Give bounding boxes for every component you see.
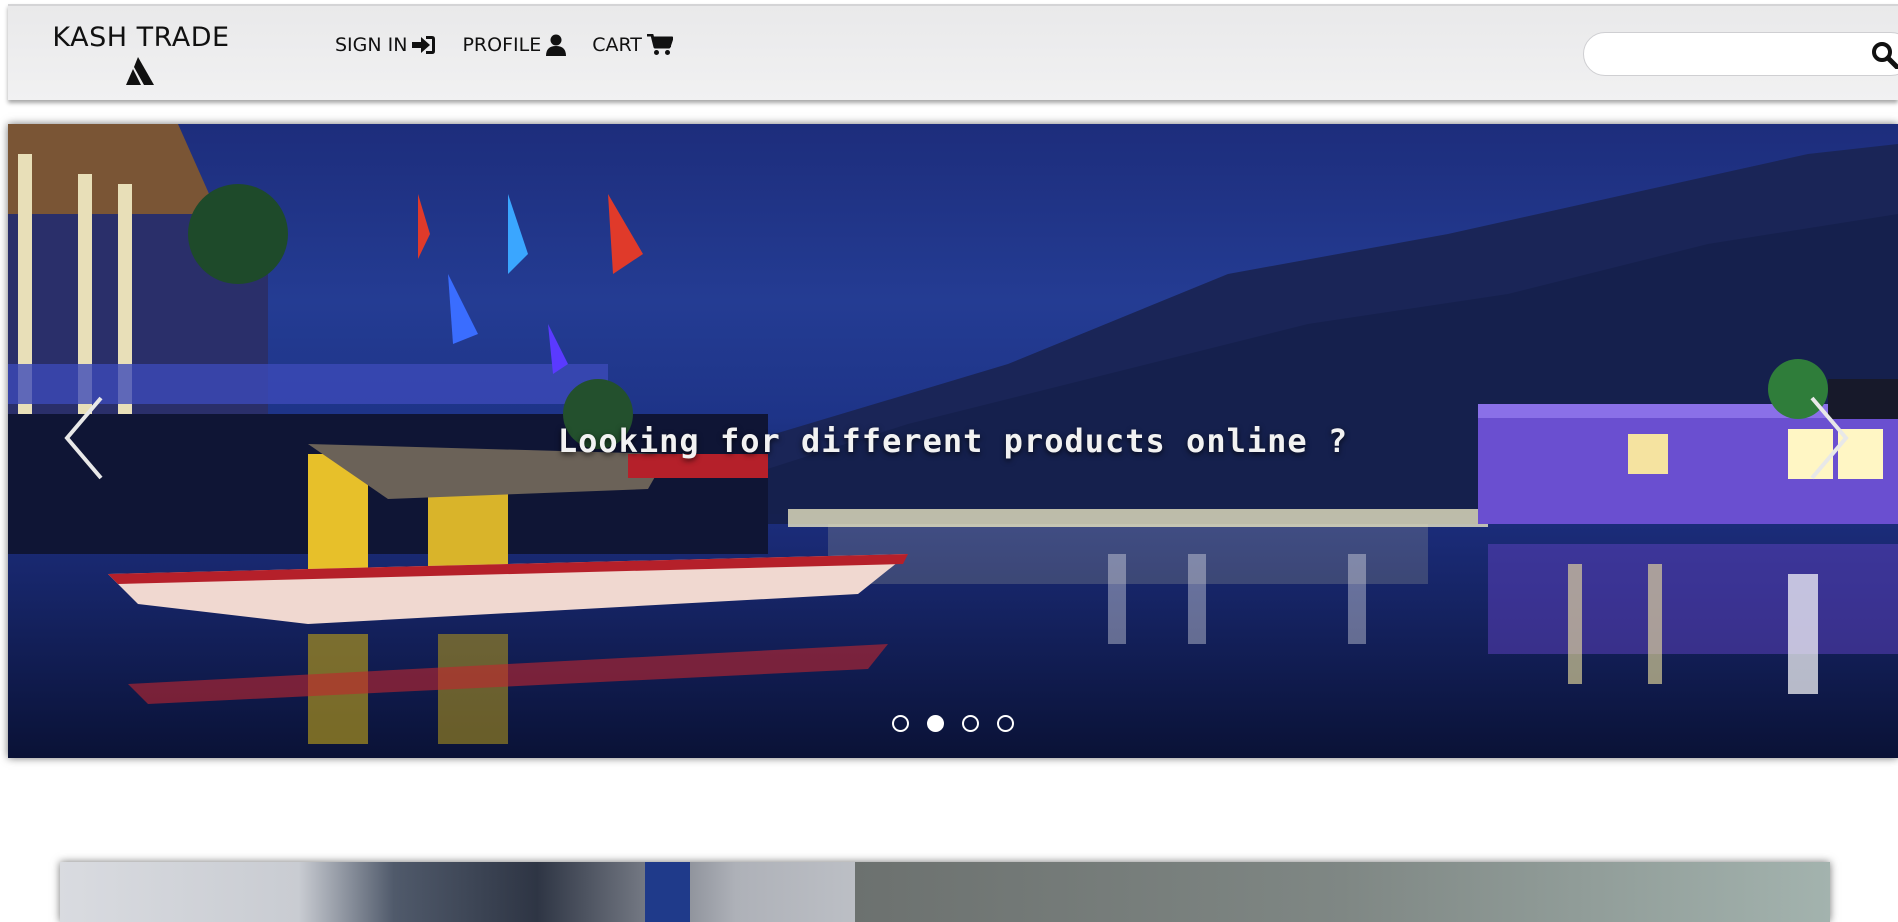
user-icon — [546, 34, 567, 56]
nav-cart[interactable]: CART — [592, 34, 673, 56]
nav-links: SIGN IN PROFILE CART — [335, 34, 673, 56]
nav-sign-in-label: SIGN IN — [335, 34, 408, 56]
featured-image-left — [60, 862, 855, 922]
search-icon[interactable] — [1871, 41, 1898, 69]
hero-carousel: Looking for different products online ? — [8, 124, 1898, 758]
featured-image-detail — [645, 862, 690, 922]
carousel-indicator-4[interactable] — [997, 715, 1014, 732]
chevron-left-icon[interactable] — [63, 394, 105, 482]
featured-section-card — [60, 862, 1830, 922]
brand-name: KASH TRADE — [52, 22, 230, 53]
chevron-right-icon[interactable] — [1808, 394, 1850, 482]
carousel-caption: Looking for different products online ? — [557, 422, 1349, 460]
carousel-indicator-1[interactable] — [892, 715, 909, 732]
carousel-indicators — [8, 715, 1898, 732]
brand[interactable]: KASH TRADE — [41, 22, 241, 85]
nav-cart-label: CART — [592, 34, 642, 56]
nav-profile-label: PROFILE — [462, 34, 542, 56]
nav-sign-in[interactable]: SIGN IN — [335, 34, 436, 56]
carousel-indicator-2[interactable] — [927, 715, 944, 732]
search-box — [1583, 32, 1898, 76]
sign-in-icon — [412, 36, 436, 54]
top-navbar: KASH TRADE SIGN IN PROFILE CART — [8, 4, 1898, 100]
shopping-cart-icon — [646, 34, 673, 55]
nav-profile[interactable]: PROFILE — [462, 34, 567, 56]
mountain-logo-icon — [126, 57, 154, 85]
featured-image-right — [855, 862, 1830, 922]
carousel-indicator-3[interactable] — [962, 715, 979, 732]
search-input[interactable] — [1598, 45, 1898, 63]
